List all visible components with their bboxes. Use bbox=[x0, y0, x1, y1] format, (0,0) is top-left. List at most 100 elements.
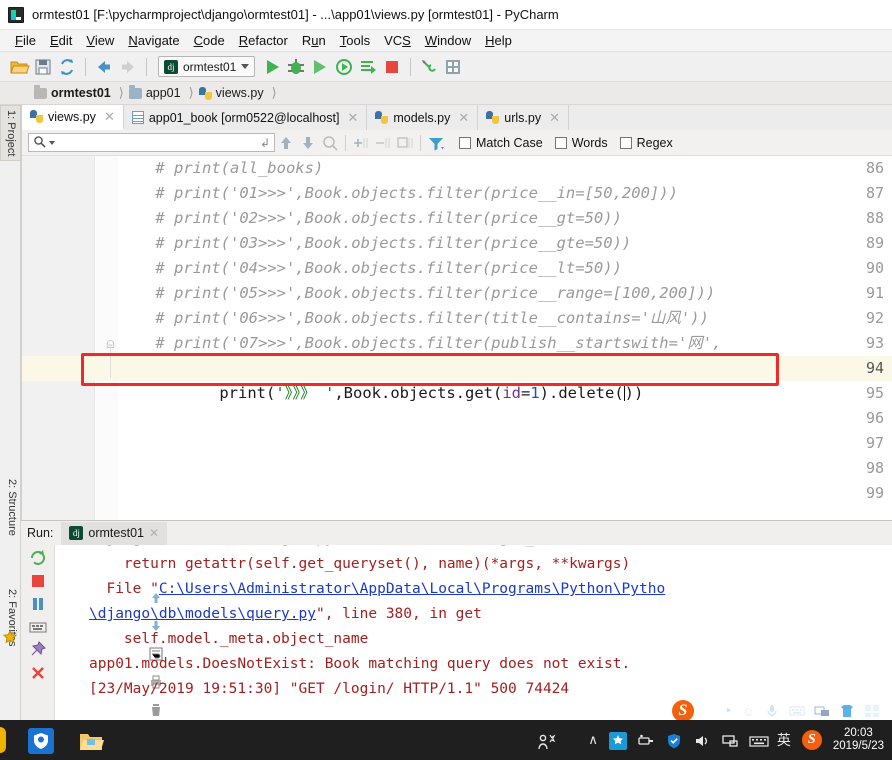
console-link-3[interactable]: \django\db\models\query.py bbox=[89, 606, 316, 622]
menu-item-file[interactable]: File bbox=[8, 32, 43, 49]
editor-tab-bar: views.py ✕ app01_book [orm0522@localhost… bbox=[22, 105, 892, 130]
code-editor[interactable]: 86 87 88 89 90 91 92 93 94 95 96 97 98 9… bbox=[22, 156, 892, 571]
checkbox-box bbox=[554, 136, 567, 149]
stop-icon[interactable] bbox=[28, 571, 48, 591]
taskbar-clock[interactable]: 20:03 2019/5/23 bbox=[833, 727, 884, 753]
run-panel-label: Run: bbox=[27, 526, 54, 540]
menu-item-help[interactable]: Help bbox=[478, 32, 519, 49]
menu-icon[interactable] bbox=[864, 703, 880, 719]
tab-views-py[interactable]: views.py ✕ bbox=[22, 105, 124, 130]
breadcrumb-item-app01[interactable]: app01 bbox=[128, 84, 184, 100]
shield-icon[interactable] bbox=[665, 732, 682, 749]
code-token-method: .delete( bbox=[549, 384, 624, 402]
pin-icon[interactable] bbox=[28, 640, 48, 660]
skin-icon[interactable] bbox=[839, 703, 855, 719]
close-icon[interactable]: ✕ bbox=[104, 109, 115, 125]
search-text-field[interactable] bbox=[58, 135, 257, 150]
remove-selection-icon[interactable] bbox=[372, 133, 394, 153]
annotation-red-rectangle bbox=[81, 353, 779, 386]
console-link-2[interactable]: C:\Users\Administrator\AppData\Local\Pro… bbox=[159, 581, 665, 597]
tab-models-py[interactable]: models.py ✕ bbox=[367, 105, 479, 130]
keyboard-icon[interactable] bbox=[28, 617, 48, 637]
comma-icon[interactable]: ‣ bbox=[725, 703, 733, 719]
run-icon[interactable] bbox=[261, 56, 283, 78]
smiley-icon[interactable]: ☺ bbox=[742, 704, 755, 719]
keyboard-icon[interactable] bbox=[749, 732, 769, 749]
breadcrumb-item-viewspy[interactable]: views.py bbox=[198, 86, 267, 100]
menu-item-run[interactable]: Run bbox=[295, 32, 333, 49]
run-configuration-selector[interactable]: dj ormtest01 bbox=[158, 56, 256, 77]
menu-item-code[interactable]: Code bbox=[187, 32, 232, 49]
sogou-tray-icon[interactable]: S bbox=[801, 730, 822, 750]
breadcrumb-separator-2: ⟩ bbox=[271, 85, 277, 100]
menu-item-tools[interactable]: Tools bbox=[333, 32, 377, 49]
network-icon[interactable] bbox=[721, 732, 738, 749]
open-folder-icon[interactable] bbox=[8, 56, 30, 78]
words-checkbox[interactable]: Words bbox=[554, 136, 608, 150]
star-blue-icon[interactable] bbox=[608, 731, 627, 750]
search-history-chevron-icon[interactable] bbox=[49, 140, 55, 145]
stop-icon[interactable] bbox=[381, 56, 403, 78]
add-selection-icon[interactable] bbox=[350, 133, 372, 153]
tab-urls-py[interactable]: urls.py ✕ bbox=[478, 105, 569, 130]
window-title: ormtest01 [F:\pycharmproject\django\ormt… bbox=[32, 7, 559, 22]
close-icon[interactable]: ✕ bbox=[347, 110, 358, 126]
close-icon[interactable]: ✕ bbox=[549, 110, 560, 126]
mic-icon[interactable] bbox=[764, 703, 780, 719]
rerun-icon[interactable] bbox=[28, 548, 48, 568]
search-input[interactable]: ↲ bbox=[28, 133, 275, 152]
sogou-icon[interactable]: S bbox=[672, 700, 694, 722]
settings-wrench-icon[interactable] bbox=[418, 56, 440, 78]
run-coverage-icon[interactable] bbox=[309, 56, 331, 78]
back-arrow-icon[interactable] bbox=[93, 56, 115, 78]
console-output[interactable]: \django\db\models\manager.py", line 85, … bbox=[55, 545, 892, 720]
start-orb-icon[interactable] bbox=[0, 727, 6, 753]
pause-icon[interactable] bbox=[28, 594, 48, 614]
profile-icon[interactable] bbox=[333, 56, 355, 78]
people-icon[interactable] bbox=[536, 732, 556, 749]
run-with-console-icon[interactable] bbox=[357, 56, 379, 78]
regex-checkbox[interactable]: Regex bbox=[619, 136, 673, 150]
menu-item-navigate[interactable]: Navigate bbox=[121, 32, 186, 49]
match-case-checkbox[interactable]: Match Case bbox=[459, 136, 543, 150]
sync-icon[interactable] bbox=[56, 56, 78, 78]
run-tab-ormtest01[interactable]: dj ormtest01 ✕ bbox=[61, 521, 168, 545]
find-previous-icon[interactable] bbox=[275, 133, 297, 153]
usb-icon[interactable] bbox=[637, 732, 654, 749]
sidebar-item-project[interactable]: 1: Project bbox=[0, 105, 21, 162]
close-icon[interactable]: ✕ bbox=[458, 110, 469, 126]
tencent-shield-icon[interactable] bbox=[28, 728, 54, 754]
breadcrumb-item-ormtest01[interactable]: ormtest01 bbox=[34, 84, 114, 100]
console-line-0[interactable]: \django\db\models\manager.py", line 85, … bbox=[89, 545, 587, 552]
tab-app01-book[interactable]: app01_book [orm0522@localhost] ✕ bbox=[123, 105, 368, 130]
console-nav-column bbox=[55, 545, 163, 720]
filter-icon[interactable] bbox=[425, 133, 447, 153]
ime-lang-label[interactable]: 英 bbox=[703, 702, 716, 721]
keyboard-icon[interactable] bbox=[789, 703, 805, 719]
menu-item-edit[interactable]: Edit bbox=[43, 32, 79, 49]
tray-lang-label[interactable]: 英 bbox=[777, 730, 791, 750]
close-icon[interactable] bbox=[28, 663, 48, 683]
file-explorer-icon[interactable] bbox=[78, 728, 104, 752]
close-icon[interactable]: ✕ bbox=[149, 526, 159, 540]
console-line-2[interactable]: File "C:\Users\Administrator\AppData\Loc… bbox=[89, 577, 665, 602]
chevron-down-icon[interactable] bbox=[241, 64, 250, 69]
menu-item-view[interactable]: View bbox=[79, 32, 121, 49]
sidebar-item-structure[interactable]: 2: Structure bbox=[0, 475, 21, 540]
menu-item-refactor[interactable]: Refactor bbox=[232, 32, 295, 49]
forward-arrow-icon[interactable] bbox=[117, 56, 139, 78]
menu-item-window[interactable]: Window bbox=[418, 32, 478, 49]
console-line-4: self.model._meta.object_name bbox=[89, 631, 369, 647]
screenshot-icon[interactable] bbox=[814, 703, 830, 719]
code-token-eq: = bbox=[520, 384, 531, 402]
find-all-icon[interactable] bbox=[319, 133, 341, 153]
debug-icon[interactable] bbox=[285, 56, 307, 78]
menu-item-vcs[interactable]: VCS bbox=[377, 32, 418, 49]
save-all-icon[interactable] bbox=[32, 56, 54, 78]
find-next-icon[interactable] bbox=[297, 133, 319, 153]
chevron-up-icon[interactable]: ∧ bbox=[588, 732, 598, 748]
volume-icon[interactable] bbox=[693, 732, 710, 749]
console-line-3[interactable]: \django\db\models\query.py", line 380, i… bbox=[89, 602, 482, 627]
select-all-occurrences-icon[interactable] bbox=[394, 133, 416, 153]
structure-icon[interactable] bbox=[442, 56, 464, 78]
